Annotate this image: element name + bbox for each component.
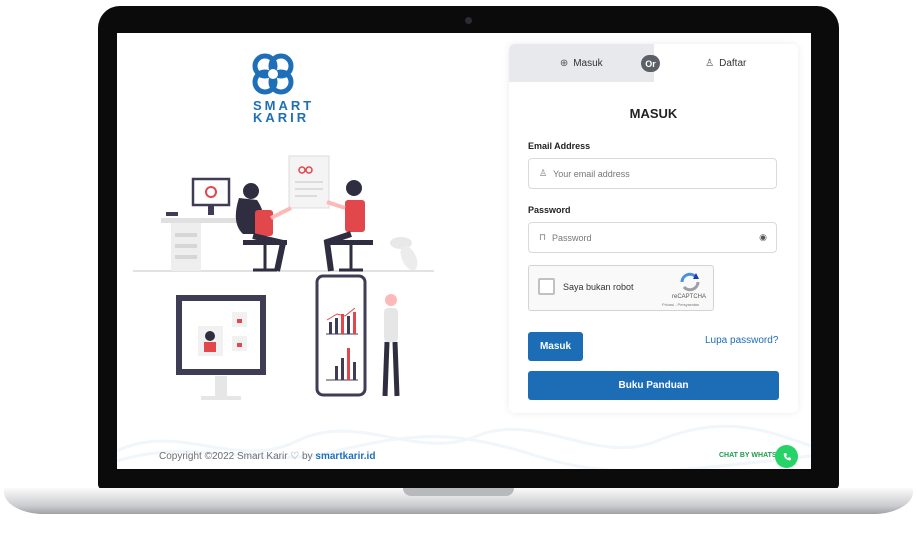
recaptcha-widget: Saya bukan robot reCAPTCHA Privasi - Per… (528, 265, 714, 311)
guide-button[interactable]: Buku Panduan (528, 371, 779, 400)
camera-dot (465, 17, 472, 24)
password-label: Password (528, 205, 571, 215)
recaptcha-icon (680, 272, 700, 292)
recaptcha-links[interactable]: Privasi - Persyaratan (662, 302, 699, 307)
tab-daftar-label: Daftar (719, 57, 747, 69)
footer-copyright: Copyright ©2022 Smart Karir ♡ by smartka… (159, 451, 375, 462)
tab-masuk-label: Masuk (573, 57, 603, 69)
login-card: ⊕ Masuk ♙ Daftar Or MASUK Email Address … (509, 44, 798, 413)
tab-masuk[interactable]: ⊕ Masuk (509, 44, 654, 82)
smartkarir-link[interactable]: smartkarir.id (315, 451, 375, 462)
user-icon: ♙ (705, 57, 715, 69)
form-heading: MASUK (629, 106, 678, 121)
recaptcha-brand: reCAPTCHA (672, 294, 707, 300)
laptop-notch (403, 488, 514, 496)
smart-karir-logo (252, 53, 294, 95)
captcha-checkbox[interactable] (538, 278, 555, 295)
office-illustration (133, 155, 434, 400)
email-placeholder: Your email address (553, 168, 630, 179)
brand-line-2: KARIR (253, 110, 310, 125)
tab-daftar[interactable]: ♙ Daftar (654, 44, 799, 82)
user-icon: ♙ (539, 168, 548, 178)
or-badge: Or (641, 55, 660, 72)
password-field[interactable]: ⊓ Password ◉ (528, 222, 777, 253)
password-placeholder: Password (552, 232, 592, 243)
auth-tabs: ⊕ Masuk ♙ Daftar Or (509, 44, 798, 82)
captcha-label: Saya bukan robot (563, 282, 634, 292)
eye-icon[interactable]: ◉ (759, 232, 767, 243)
login-icon: ⊕ (559, 57, 569, 69)
email-label: Email Address (528, 141, 591, 151)
whatsapp-icon[interactable] (775, 445, 798, 468)
forgot-password-link[interactable]: Lupa password? (705, 335, 778, 346)
phone-icon (783, 452, 791, 460)
screen: SMART KARIR ⊕ Masuk ♙ Daftar Or MASUK Em… (117, 33, 811, 469)
lock-icon: ⊓ (539, 232, 547, 242)
login-button[interactable]: Masuk (528, 332, 583, 361)
copyright-text: Copyright ©2022 Smart Karir ♡ by (159, 451, 313, 462)
brand-name: SMART KARIR (253, 99, 311, 125)
email-field[interactable]: ♙ Your email address (528, 158, 777, 189)
